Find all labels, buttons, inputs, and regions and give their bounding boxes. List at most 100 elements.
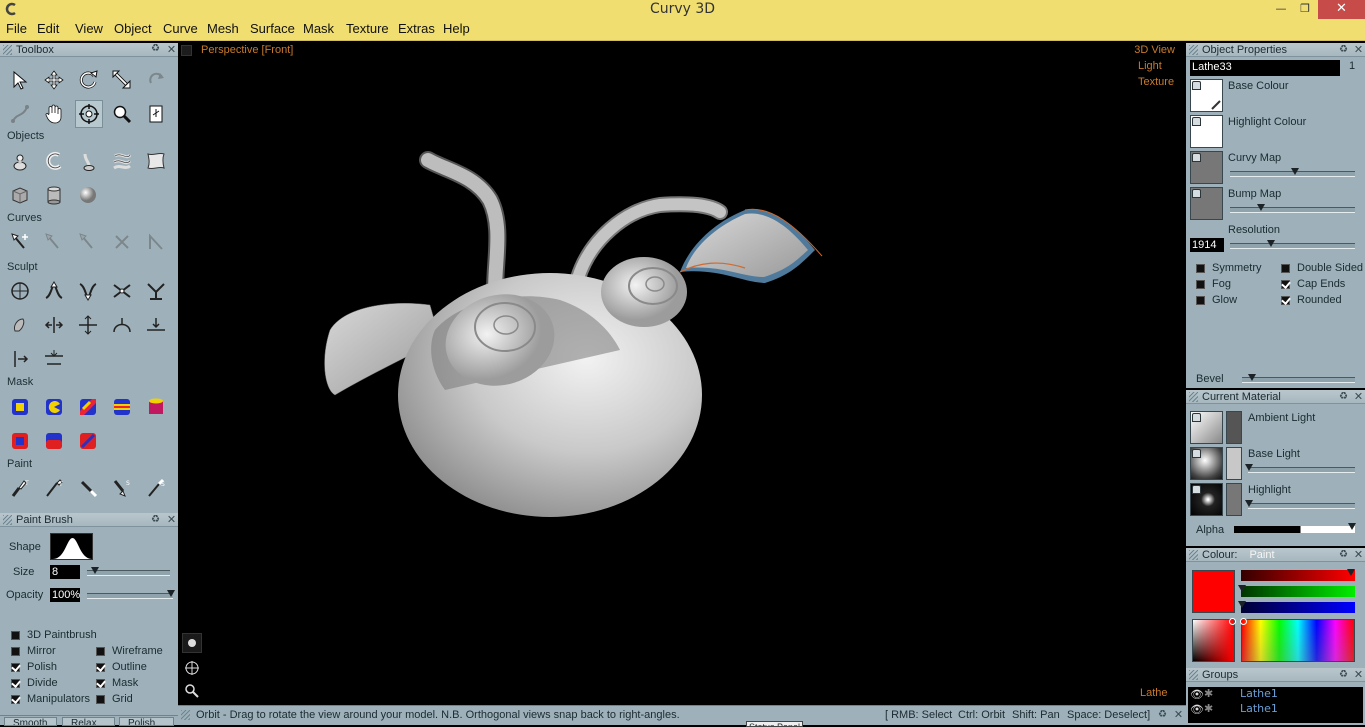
- lock-icon[interactable]: [1192, 485, 1201, 494]
- sculpt-flatten-icon[interactable]: [143, 312, 169, 338]
- plane-object-icon[interactable]: [143, 148, 169, 174]
- pin-icon[interactable]: ♻: [1338, 549, 1349, 560]
- highlight-thumb[interactable]: [1245, 500, 1253, 507]
- paint-pen-tool-icon[interactable]: T: [41, 475, 67, 501]
- checkbox-double-sided[interactable]: [1281, 264, 1290, 273]
- cube-object-icon[interactable]: [7, 182, 33, 208]
- resolution-slider[interactable]: [1230, 240, 1355, 249]
- zoom-icon[interactable]: [109, 101, 135, 127]
- group-item[interactable]: 👁 ✱ Lathe1: [1188, 702, 1363, 717]
- sculpt-lower-icon[interactable]: [75, 278, 101, 304]
- menu-view[interactable]: View: [75, 21, 103, 36]
- minimize-button[interactable]: —: [1268, 0, 1294, 19]
- menu-curve[interactable]: Curve: [163, 21, 198, 36]
- checkbox-3d-paintbrush[interactable]: [11, 631, 20, 640]
- hue-cursor[interactable]: [1240, 618, 1247, 625]
- curvy-map-thumb[interactable]: [1291, 168, 1299, 175]
- orbit-icon[interactable]: [75, 100, 103, 128]
- current-colour-swatch[interactable]: [1192, 570, 1235, 613]
- sculpt-mirror-icon[interactable]: [41, 312, 67, 338]
- zoom-gizmo-icon[interactable]: [182, 681, 202, 701]
- saturation-value-picker[interactable]: [1192, 618, 1236, 662]
- mask-gradient-icon[interactable]: [75, 394, 101, 420]
- checkbox-polish[interactable]: [11, 663, 20, 672]
- size-input[interactable]: 8: [50, 565, 80, 579]
- pin-icon[interactable]: ♻: [150, 43, 161, 54]
- checkbox-mask[interactable]: [96, 679, 105, 688]
- pin-icon[interactable]: ♻: [1157, 709, 1168, 720]
- sculpt-cut-icon[interactable]: [7, 346, 33, 372]
- sculpt-raise-icon[interactable]: [41, 278, 67, 304]
- checkbox-symmetry[interactable]: [1196, 264, 1205, 273]
- star-icon[interactable]: ✱: [1204, 702, 1213, 715]
- green-channel-slider[interactable]: [1238, 585, 1355, 597]
- sculpt-arch-icon[interactable]: [109, 312, 135, 338]
- crosshair-gizmo-icon[interactable]: [182, 658, 202, 678]
- mask-band-icon[interactable]: [109, 394, 135, 420]
- add-curve-point-icon[interactable]: [7, 229, 33, 255]
- bevel-slider[interactable]: [1242, 374, 1355, 383]
- paint-brush-tool-icon[interactable]: T: [7, 475, 33, 501]
- sculpt-level-icon[interactable]: [41, 346, 67, 372]
- lock-icon[interactable]: [1192, 189, 1201, 198]
- resolution-thumb[interactable]: [1267, 240, 1275, 247]
- menu-extras[interactable]: Extras: [398, 21, 435, 36]
- checkbox-outline[interactable]: [96, 663, 105, 672]
- bump-map-slider[interactable]: [1230, 204, 1355, 213]
- green-thumb[interactable]: [1238, 585, 1246, 592]
- star-icon[interactable]: ✱: [1204, 687, 1213, 700]
- 3d-model[interactable]: [178, 43, 1186, 705]
- redo-rotate-icon[interactable]: [143, 67, 169, 93]
- delete-curve-point-icon[interactable]: [41, 229, 67, 255]
- object-name-input[interactable]: Lathe33: [1190, 60, 1340, 76]
- menu-mesh[interactable]: Mesh: [207, 21, 239, 36]
- highlight-colour[interactable]: [1226, 483, 1242, 516]
- corner-curve-icon[interactable]: [143, 229, 169, 255]
- ambient-light-swatch[interactable]: [1190, 411, 1223, 444]
- move-icon[interactable]: [41, 67, 67, 93]
- bevel-thumb[interactable]: [1248, 374, 1256, 381]
- mask-red-icon[interactable]: [7, 428, 33, 454]
- opacity-input[interactable]: 100%: [50, 588, 80, 602]
- close-panel-icon[interactable]: ✕: [1173, 708, 1184, 721]
- 3d-viewport[interactable]: Perspective [Front] 3D View Light Textur…: [178, 43, 1186, 705]
- smooth-curve-icon[interactable]: [75, 229, 101, 255]
- select-arrow-icon[interactable]: [7, 67, 33, 93]
- red-channel-slider[interactable]: [1241, 569, 1355, 581]
- lock-icon[interactable]: [1192, 153, 1201, 162]
- status-panel-tab[interactable]: Status Panel: [746, 721, 804, 727]
- node-tool-icon[interactable]: [7, 101, 33, 127]
- highlight-swatch[interactable]: [1190, 483, 1223, 516]
- base-light-colour[interactable]: [1226, 447, 1242, 480]
- checkbox-cap-ends[interactable]: [1281, 280, 1290, 289]
- menu-mask[interactable]: Mask: [303, 21, 334, 36]
- size-slider[interactable]: [87, 567, 170, 576]
- lock-icon[interactable]: [1192, 81, 1201, 90]
- alpha-thumb[interactable]: [1348, 523, 1356, 530]
- curvy-map-swatch[interactable]: [1190, 151, 1223, 184]
- sculpt-sphere-icon[interactable]: [7, 278, 33, 304]
- blue-channel-slider[interactable]: [1238, 601, 1355, 613]
- tube-object-icon[interactable]: [75, 148, 101, 174]
- menu-surface[interactable]: Surface: [250, 21, 295, 36]
- page-view-icon[interactable]: [143, 101, 169, 127]
- mask-fill-icon[interactable]: [7, 394, 33, 420]
- extrude-object-icon[interactable]: [41, 148, 67, 174]
- scale-icon[interactable]: [109, 67, 135, 93]
- base-light-swatch[interactable]: [1190, 447, 1223, 480]
- checkbox-fog[interactable]: [1196, 280, 1205, 289]
- sv-cursor[interactable]: [1229, 618, 1236, 625]
- mask-blue-red-icon[interactable]: [41, 428, 67, 454]
- menu-help[interactable]: Help: [443, 21, 470, 36]
- bump-map-swatch[interactable]: [1190, 187, 1223, 220]
- resolution-input[interactable]: 1914: [1190, 238, 1224, 252]
- base-light-thumb[interactable]: [1245, 464, 1253, 471]
- ambient-light-colour[interactable]: [1226, 411, 1242, 444]
- bump-map-thumb[interactable]: [1257, 204, 1265, 211]
- cylinder-object-icon[interactable]: [41, 182, 67, 208]
- menu-texture[interactable]: Texture: [346, 21, 389, 36]
- lock-icon[interactable]: [1192, 449, 1201, 458]
- hue-picker[interactable]: [1240, 618, 1355, 662]
- checkbox-wireframe[interactable]: [96, 647, 105, 656]
- highlight-slider[interactable]: [1245, 500, 1355, 509]
